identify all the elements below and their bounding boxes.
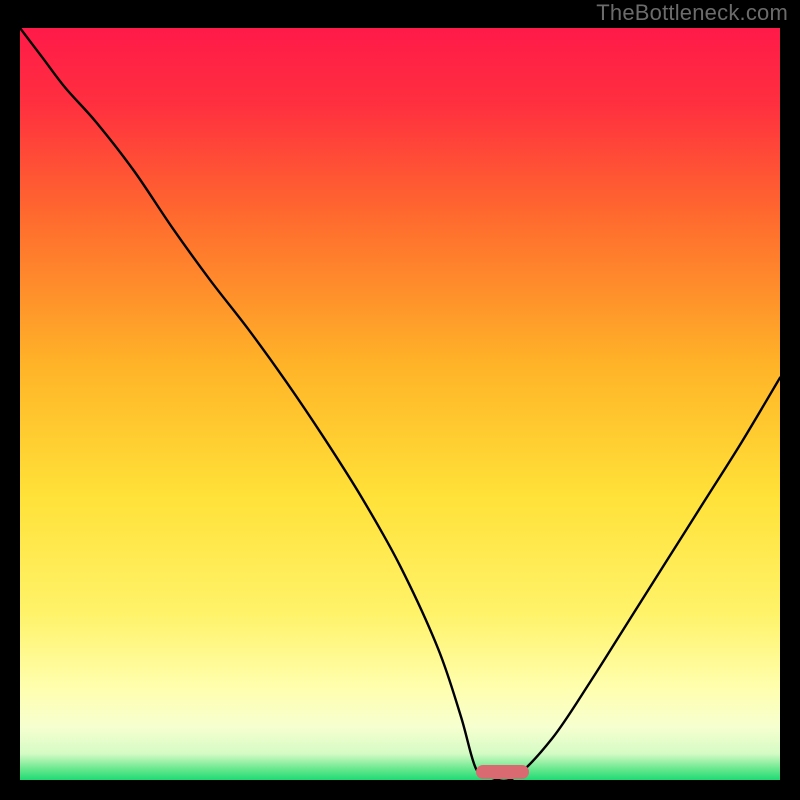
bottleneck-curve (20, 28, 780, 780)
chart-frame: TheBottleneck.com (0, 0, 800, 800)
optimal-range-marker (476, 765, 529, 779)
plot-area (20, 28, 780, 780)
watermark-text: TheBottleneck.com (596, 0, 788, 26)
